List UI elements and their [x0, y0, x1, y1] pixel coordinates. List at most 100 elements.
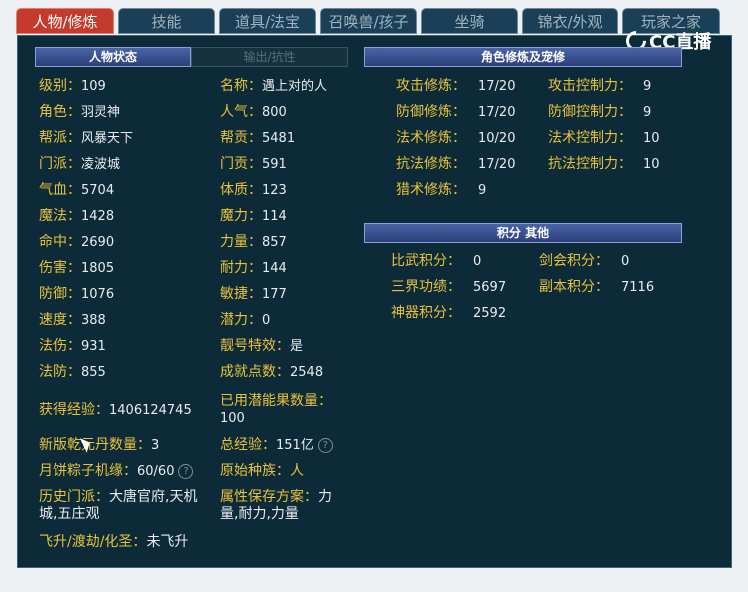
stat-row-label: 敏捷：	[220, 286, 262, 302]
exp-label: 获得经验：	[39, 402, 109, 418]
stat-row-value: 855	[81, 365, 106, 380]
tab-bar: 人物/修炼 技能 道具/法宝 召唤兽/孩子 坐骑 锦衣/外观 玩家之家	[16, 8, 732, 36]
stat-row: 敏捷：177	[220, 286, 287, 303]
stat-row: 命中：2690	[39, 234, 114, 251]
tab-character-status[interactable]: 人物状态	[35, 47, 191, 67]
stat-row: 级别：109	[39, 78, 106, 95]
stat-row-label: 耐力：	[220, 260, 262, 276]
history-label: 历史门派：	[39, 489, 109, 505]
control-value: 9	[643, 79, 652, 94]
stat-row-value: 591	[262, 157, 287, 172]
stat-row: 魔力：114	[220, 208, 287, 225]
scheme-row: 属性保存方案：力量,耐力,力量	[220, 489, 345, 523]
stat-row-label: 体质：	[220, 182, 262, 198]
stat-row-value: 800	[262, 105, 287, 120]
stat-row: 法伤：931	[39, 338, 106, 355]
cultivation-value: 10/20	[478, 131, 516, 146]
qiankun-value: 3	[151, 438, 160, 453]
tab-skills[interactable]: 技能	[118, 8, 215, 34]
stat-row-value: 177	[262, 287, 287, 302]
stat-row: 体质：123	[220, 182, 287, 199]
stat-row-label: 法伤：	[39, 338, 81, 354]
stat-row-value: 0	[262, 313, 271, 328]
history-sect-row: 历史门派：大唐官府,天机城,五庄观	[39, 489, 209, 523]
control-value: 9	[643, 105, 652, 120]
stat-row-label: 门派：	[39, 156, 81, 172]
ascend-row: 飞升/渡劫/化圣：未飞升	[39, 534, 188, 551]
stat-row-label: 力量：	[220, 234, 262, 250]
stat-row-value: 羽灵神	[81, 105, 121, 120]
cultivation-label: 法术修炼：	[396, 130, 466, 146]
stat-row-label: 名称：	[220, 78, 262, 94]
stat-row-label: 伤害：	[39, 260, 81, 276]
stat-row-value: 2690	[81, 235, 115, 250]
points-label: 神器积分：	[391, 305, 461, 321]
stat-row-value: 遇上对的人	[262, 79, 328, 94]
points-value: 5697	[473, 280, 507, 295]
points-header: 积分 其他	[364, 223, 682, 243]
cultivation-value: 17/20	[478, 157, 516, 172]
help-icon[interactable]: ?	[178, 463, 194, 479]
stat-row: 潜力：0	[220, 312, 270, 329]
race-label: 原始种族：	[220, 463, 290, 479]
stat-row-value: 5481	[262, 131, 296, 146]
stat-row: 法防：855	[39, 364, 106, 381]
help-icon[interactable]: ?	[317, 437, 333, 453]
tab-mounts[interactable]: 坐骑	[421, 8, 518, 34]
stat-row-label: 靓号特效：	[220, 338, 290, 354]
stat-row-value: 是	[290, 339, 304, 354]
race-row: 原始种族：人	[220, 463, 304, 480]
tab-output-resistance[interactable]: 输出/抗性	[191, 47, 348, 67]
stat-row-label: 魔力：	[220, 208, 262, 224]
stat-row-value: 114	[262, 209, 287, 224]
control-value: 10	[643, 157, 660, 172]
race-value: 人	[290, 463, 304, 479]
points-label: 三界功绩：	[391, 279, 461, 295]
stat-row-value: 1805	[81, 261, 115, 276]
ascend-label: 飞升/渡劫/化圣：	[39, 534, 147, 550]
stat-row-label: 命中：	[39, 234, 81, 250]
ascend-value: 未飞升	[146, 534, 189, 550]
potential-row: 已用潜能果数量： 100	[220, 393, 332, 427]
points-value: 7116	[621, 280, 655, 295]
points-label: 副本积分：	[539, 279, 609, 295]
cultivation-label: 防御修炼：	[396, 104, 466, 120]
stat-row-value: 2548	[290, 365, 324, 380]
stat-row: 帮贡：5481	[220, 130, 295, 147]
tab-items[interactable]: 道具/法宝	[219, 8, 316, 34]
stat-row: 门派：凌波城	[39, 156, 120, 173]
stat-row-value: 931	[81, 339, 106, 354]
control-value: 10	[643, 131, 660, 146]
cultivation-label: 猎术修炼：	[396, 182, 466, 198]
stat-row: 速度：388	[39, 312, 106, 329]
mooncake-row: 月饼粽子机缘：60/60?	[39, 463, 194, 480]
stat-row-value: 109	[81, 79, 106, 94]
stat-row: 耐力：144	[220, 260, 287, 277]
stat-row-label: 气血：	[39, 182, 81, 198]
cultivation-value: 17/20	[478, 79, 516, 94]
stat-row-value: 1428	[81, 209, 115, 224]
stat-row-label: 法防：	[39, 364, 81, 380]
stat-row-value: 5704	[81, 183, 115, 198]
stat-row-value: 123	[262, 183, 287, 198]
stat-row: 靓号特效：是	[220, 338, 303, 355]
stat-row-label: 速度：	[39, 312, 81, 328]
stat-row: 角色：羽灵神	[39, 104, 120, 121]
tab-outfits[interactable]: 锦衣/外观	[522, 8, 618, 34]
potential-value: 100	[220, 411, 245, 426]
stat-row: 帮派：风暴天下	[39, 130, 133, 147]
stat-row-label: 门贡：	[220, 156, 262, 172]
cultivation-value: 17/20	[478, 105, 516, 120]
tab-character[interactable]: 人物/修炼	[16, 8, 114, 34]
potential-label: 已用潜能果数量：	[220, 393, 332, 409]
cultivation-label: 抗法修炼：	[396, 156, 466, 172]
tab-summons[interactable]: 召唤兽/孩子	[320, 8, 417, 34]
stat-row-label: 潜力：	[220, 312, 262, 328]
control-label: 抗法控制力：	[548, 156, 632, 172]
stat-row-value: 风暴天下	[81, 131, 134, 146]
stat-row-label: 防御：	[39, 286, 81, 302]
stat-row: 门贡：591	[220, 156, 287, 173]
stat-row: 伤害：1805	[39, 260, 114, 277]
stat-row-label: 帮贡：	[220, 130, 262, 146]
stat-row-label: 魔法：	[39, 208, 81, 224]
